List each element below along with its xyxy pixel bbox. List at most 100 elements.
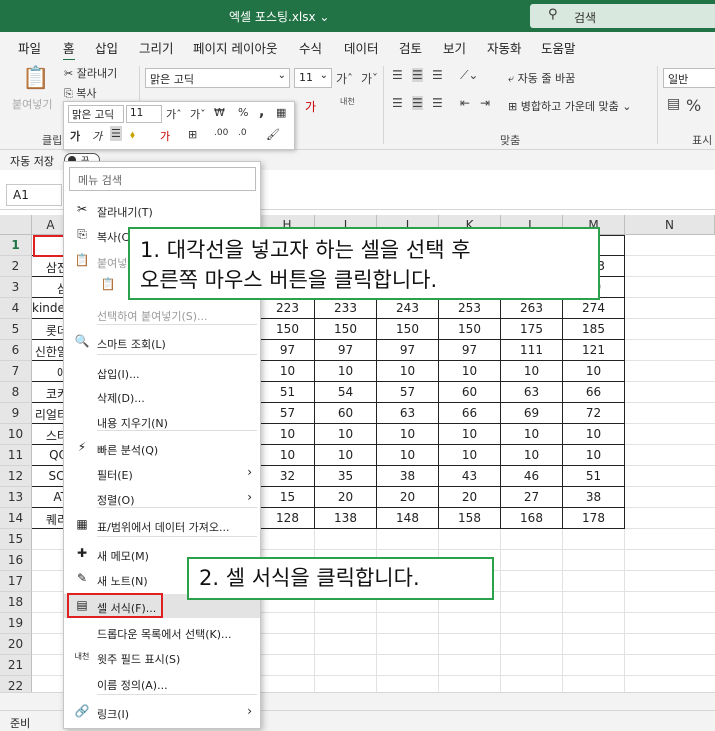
cell-l10[interactable]: 10 <box>501 424 563 445</box>
mini-decrease-decimal-icon[interactable]: .0 <box>238 128 247 138</box>
cell-m12[interactable]: 51 <box>563 466 625 487</box>
row-header-20[interactable]: 20 <box>0 634 32 655</box>
cell-m4[interactable]: 274 <box>563 298 625 319</box>
orientation-icon[interactable]: ⟋⌄ <box>460 68 478 83</box>
align-top-icon[interactable]: ☰ <box>392 68 403 82</box>
cell-i5[interactable]: 150 <box>315 319 377 340</box>
cell-l9[interactable]: 69 <box>501 403 563 424</box>
merge-center-button[interactable]: ⊞ 병합하고 가운데 맞춤 ⌄ <box>508 98 632 114</box>
cell-k14[interactable]: 158 <box>439 508 501 529</box>
percent-style-button[interactable]: % <box>686 96 701 115</box>
cell-k7[interactable]: 10 <box>439 361 501 382</box>
cell-j7[interactable]: 10 <box>377 361 439 382</box>
cell-i13[interactable]: 20 <box>315 487 377 508</box>
cell-l12[interactable]: 46 <box>501 466 563 487</box>
paste-icon[interactable]: 📋 <box>22 66 49 91</box>
cell-k9[interactable]: 66 <box>439 403 501 424</box>
menu-item-item-7[interactable]: 삭제(D)... <box>64 384 260 408</box>
cell-i9[interactable]: 60 <box>315 403 377 424</box>
menu-item-quick-analysis[interactable]: ⚡ 빠른 분석(Q) <box>64 436 260 460</box>
cell-j11[interactable]: 10 <box>377 445 439 466</box>
wrap-text-button[interactable]: ⤶ 자동 줄 바꿈 <box>508 70 575 86</box>
tab-home[interactable]: 홈 <box>63 38 75 62</box>
cell-h12[interactable]: 32 <box>260 466 315 487</box>
shrink-font-icon[interactable]: 가ˇ <box>361 70 378 87</box>
mini-size-select[interactable]: 11 <box>126 105 162 123</box>
cell-l6[interactable]: 111 <box>501 340 563 361</box>
row-header-19[interactable]: 19 <box>0 613 32 634</box>
row-header-3[interactable]: 3 <box>0 277 32 298</box>
cut-button[interactable]: ✂ 잘라내기 <box>64 65 117 81</box>
cell-k11[interactable]: 10 <box>439 445 501 466</box>
row-header-21[interactable]: 21 <box>0 655 32 676</box>
cell-l4[interactable]: 263 <box>501 298 563 319</box>
row-header-17[interactable]: 17 <box>0 571 32 592</box>
cell-h7[interactable]: 10 <box>260 361 315 382</box>
cell-i10[interactable]: 10 <box>315 424 377 445</box>
align-left-icon[interactable]: ☰ <box>392 96 403 110</box>
cell-l5[interactable]: 175 <box>501 319 563 340</box>
row-header-16[interactable]: 16 <box>0 550 32 571</box>
cell-l7[interactable]: 10 <box>501 361 563 382</box>
currency-icon[interactable]: ▤ <box>667 96 680 112</box>
menu-search-input[interactable]: 메뉴 검색 <box>69 167 256 191</box>
cell-k5[interactable]: 150 <box>439 319 501 340</box>
align-middle-icon[interactable]: ☰ <box>412 68 423 82</box>
cell-l8[interactable]: 63 <box>501 382 563 403</box>
row-header-15[interactable]: 15 <box>0 529 32 550</box>
row-header-2[interactable]: 2 <box>0 256 32 277</box>
menu-item-item-16[interactable]: 드롭다운 목록에서 선택(K)... <box>64 620 260 644</box>
tab-page-layout[interactable]: 페이지 레이아웃 <box>193 38 277 57</box>
cell-m7[interactable]: 10 <box>563 361 625 382</box>
cell-h5[interactable]: 150 <box>260 319 315 340</box>
grow-font-icon[interactable]: 가ˆ <box>336 70 353 87</box>
row-header-1[interactable]: 1 <box>0 235 32 256</box>
menu-item-table[interactable]: ▦ 표/범위에서 데이터 가져오... <box>64 513 260 537</box>
align-bottom-icon[interactable]: ☰ <box>432 68 443 82</box>
font-color-icon[interactable]: 가 <box>305 98 316 115</box>
mini-font-select[interactable]: 맑은 고딕 <box>68 105 124 123</box>
cell-h11[interactable]: 10 <box>260 445 315 466</box>
menu-item-item-8[interactable]: 내용 지우기(N) <box>64 409 260 433</box>
mini-grow-font-icon[interactable]: 가ˆ <box>166 106 182 122</box>
cell-h4[interactable]: 223 <box>260 298 315 319</box>
mini-center-icon[interactable]: ☰ <box>110 126 122 141</box>
mini-borders-icon[interactable]: ⊞ <box>188 128 197 141</box>
cell-l13[interactable]: 27 <box>501 487 563 508</box>
increase-indent-icon[interactable]: ⇥ <box>480 96 490 110</box>
row-header-4[interactable]: 4 <box>0 298 32 319</box>
align-center-icon[interactable]: ☰ <box>412 96 423 110</box>
cell-i4[interactable]: 233 <box>315 298 377 319</box>
row-header-9[interactable]: 9 <box>0 403 32 424</box>
mini-format-icon[interactable]: ▦ <box>276 106 286 119</box>
decrease-indent-icon[interactable]: ⇤ <box>460 96 470 110</box>
cell-m5[interactable]: 185 <box>563 319 625 340</box>
cell-k10[interactable]: 10 <box>439 424 501 445</box>
cell-m11[interactable]: 10 <box>563 445 625 466</box>
tab-data[interactable]: 데이터 <box>344 38 379 57</box>
cell-h6[interactable]: 97 <box>260 340 315 361</box>
cell-j14[interactable]: 148 <box>377 508 439 529</box>
mini-fill-color-icon[interactable]: ⬧ <box>130 128 135 142</box>
cell-h8[interactable]: 51 <box>260 382 315 403</box>
cell-j4[interactable]: 243 <box>377 298 439 319</box>
search-box[interactable]: ⚲ 검색 <box>530 4 715 28</box>
row-header-8[interactable]: 8 <box>0 382 32 403</box>
row-header-5[interactable]: 5 <box>0 319 32 340</box>
cell-h9[interactable]: 57 <box>260 403 315 424</box>
mini-shrink-font-icon[interactable]: 가ˇ <box>190 106 206 122</box>
paste-button-label[interactable]: 붙여넣기 <box>12 96 52 112</box>
cell-l11[interactable]: 10 <box>501 445 563 466</box>
menu-item-item-4[interactable]: 선택하여 붙여넣기(S)... <box>64 302 260 326</box>
tab-file[interactable]: 파일 <box>18 38 41 57</box>
select-all-corner[interactable] <box>0 215 32 235</box>
menu-item-item-10[interactable]: 필터(E) › <box>64 461 260 485</box>
cell-j5[interactable]: 150 <box>377 319 439 340</box>
menu-item-phonetic[interactable]: 내천 윗주 필드 표시(S) <box>64 645 260 669</box>
cell-j10[interactable]: 10 <box>377 424 439 445</box>
phonetic-guide-icon[interactable]: 내천 <box>340 96 355 107</box>
row-header-11[interactable]: 11 <box>0 445 32 466</box>
cell-k13[interactable]: 20 <box>439 487 501 508</box>
cell-m6[interactable]: 121 <box>563 340 625 361</box>
mini-percent-icon[interactable]: % <box>238 106 248 119</box>
